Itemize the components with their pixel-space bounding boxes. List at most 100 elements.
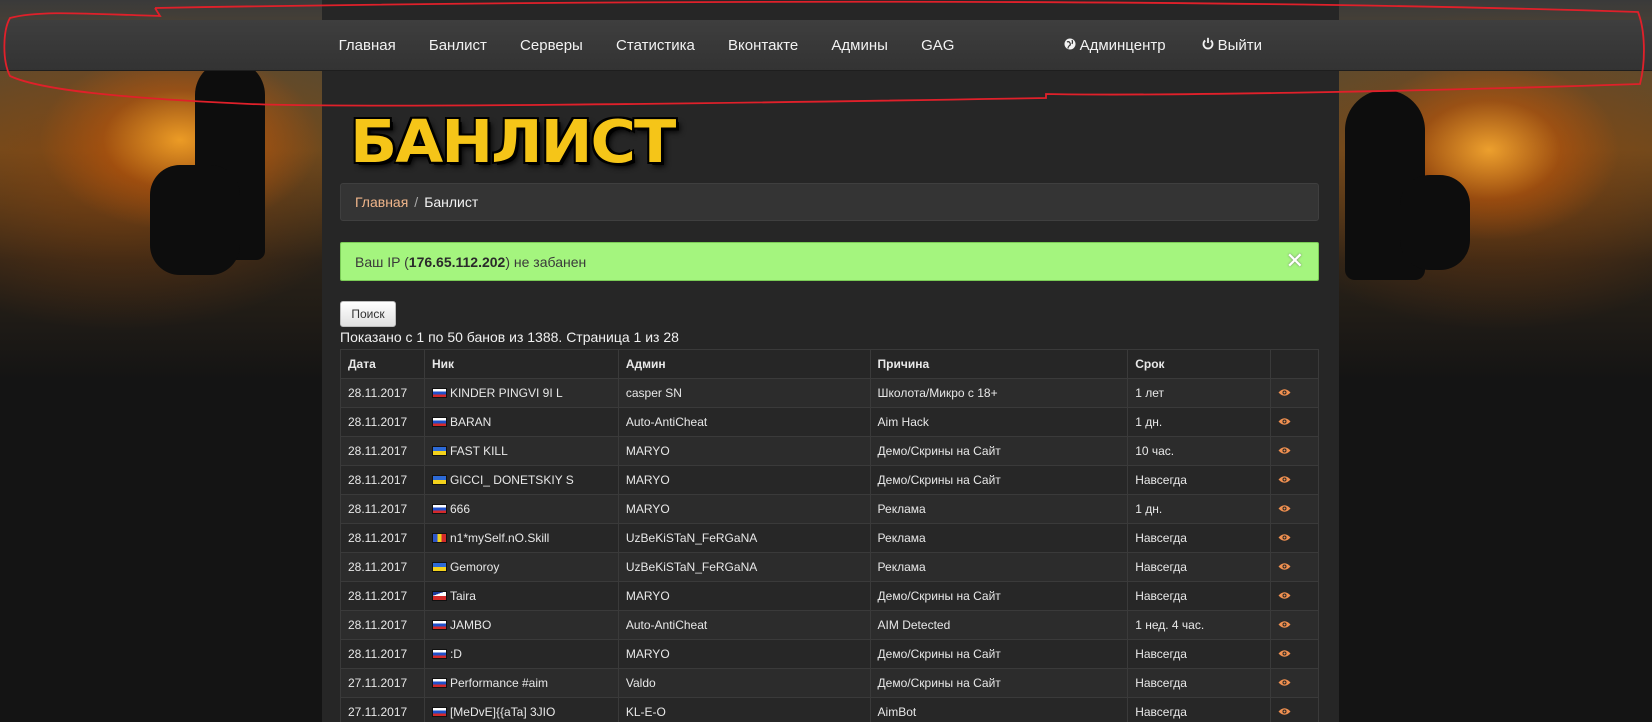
soldier-silhouette-right-arm [1400, 175, 1470, 270]
cell-reason-text: Демо/Скрины на Сайт [877, 647, 1001, 661]
cell-view[interactable] [1270, 494, 1319, 524]
eye-icon[interactable] [1278, 386, 1291, 400]
nav-link-gag[interactable]: GAG [904, 20, 971, 71]
country-flag-icon [431, 504, 447, 514]
cell-view[interactable] [1270, 668, 1319, 698]
cell-term: 10 час. [1127, 436, 1272, 466]
alert-ip: 176.65.112.202 [408, 253, 506, 270]
table-row[interactable]: 28.11.2017 Gemoroy UzBeKiSTaN_FeRGaNA Рекла… [340, 552, 1319, 582]
nav-link-banlist[interactable]: Банлист [412, 20, 503, 71]
cell-reason-text: Школота/Микро с 18+ [877, 386, 998, 400]
breadcrumb-separator: / [414, 194, 419, 210]
alert-prefix: Ваш IP ( [355, 253, 409, 270]
cell-term-text: Навсегда [1135, 676, 1187, 690]
cell-term: Навсегда [1127, 668, 1272, 698]
cell-view[interactable] [1270, 378, 1319, 408]
table-row[interactable]: 28.11.2017 n1*mySelf.nO.Skill UzBeKiSTaN_F… [340, 523, 1319, 553]
cell-term-text: Навсегда [1135, 531, 1187, 545]
search-button[interactable]: Поиск [340, 301, 396, 327]
cell-nick-text: :D [449, 647, 462, 661]
cell-view[interactable] [1270, 697, 1319, 722]
cell-nick-text: GICCI_ DONETSKIY S [449, 473, 574, 487]
eye-icon[interactable] [1278, 444, 1291, 458]
cell-term: 1 нед. 4 час. [1127, 610, 1272, 640]
cell-nick-text: n1*mySelf.nO.Skill [449, 531, 550, 545]
cell-date-text: 28.11.2017 [348, 502, 408, 516]
cell-nick: [MeDvE]{{aTa] 3JIO [423, 697, 619, 722]
breadcrumb: Главная / Банлист [340, 183, 1319, 221]
cell-view[interactable] [1270, 465, 1319, 495]
eye-icon[interactable] [1278, 502, 1291, 516]
cell-reason-text: Демо/Скрины на Сайт [877, 589, 1001, 603]
eye-icon[interactable] [1278, 676, 1291, 690]
cell-term: Навсегда [1127, 697, 1272, 722]
table-row[interactable]: 28.11.2017 Taira MARYO Демо/Скрины на Сайт Н… [340, 581, 1319, 611]
eye-icon[interactable] [1278, 415, 1291, 429]
cell-date-text: 28.11.2017 [348, 415, 408, 429]
eye-icon[interactable] [1278, 618, 1291, 632]
cell-date-text: 28.11.2017 [348, 531, 408, 545]
cell-nick-text: Taira [449, 589, 476, 603]
cell-reason: AIM Detected [869, 610, 1129, 640]
table-row[interactable]: 28.11.2017:D MARYO Демо/Скрины на Сайт Навс… [340, 639, 1319, 669]
cell-view[interactable] [1270, 610, 1319, 640]
cell-reason-text: AimBot [877, 705, 917, 719]
nav-link-vkontakte[interactable]: Вконтакте [711, 20, 814, 71]
eye-icon[interactable] [1278, 473, 1291, 487]
cell-term-text: Навсегда [1135, 473, 1187, 487]
table-row[interactable]: 28.11.2017 BARAN Auto-AntiCheat Aim Hack 1 д… [340, 407, 1319, 437]
cell-admin: MARYO [617, 465, 871, 495]
cell-view[interactable] [1270, 523, 1319, 553]
country-flag-icon [431, 417, 447, 427]
logout-link[interactable]: Выйти [1184, 20, 1280, 71]
ip-status-alert: Ваш IP (176.65.112.202) не забанен ✕ [340, 242, 1319, 281]
cell-admin: UzBeKiSTaN_FeRGaNA [617, 523, 871, 553]
table-row[interactable]: 28.11.2017 FAST KILL MARYO Демо/Скрины на С… [340, 436, 1319, 466]
cell-term: Навсегда [1127, 523, 1272, 553]
admin-center-link[interactable]: Админцентр [1046, 20, 1184, 71]
cell-admin: MARYO [617, 639, 871, 669]
table-row[interactable]: 27.11.2017 [MeDvE]{{aTa] 3JIO KL-E-O AimBot… [340, 697, 1319, 722]
table-row[interactable]: 28.11.2017 666 MARYO Реклама 1 дн. [340, 494, 1319, 524]
nav-link-admins[interactable]: Админы [815, 20, 905, 71]
cell-nick: n1*mySelf.nO.Skill [423, 523, 619, 553]
cell-date-text: 27.11.2017 [348, 676, 408, 690]
country-flag-icon [431, 562, 447, 572]
cell-view[interactable] [1270, 552, 1319, 582]
nav-link-servers[interactable]: Серверы [503, 20, 599, 71]
cell-reason-text: Демо/Скрины на Сайт [877, 444, 1001, 458]
cell-view[interactable] [1270, 407, 1319, 437]
table-row[interactable]: 28.11.2017 GICCI_ DONETSKIY S MARYO Демо/Ск… [340, 465, 1319, 495]
country-flag-icon [431, 591, 447, 601]
cell-reason: Демо/Скрины на Сайт [869, 436, 1129, 466]
cell-reason-text: Реклама [877, 502, 926, 516]
eye-icon[interactable] [1278, 560, 1291, 574]
cell-date-text: 28.11.2017 [348, 444, 408, 458]
cell-date: 28.11.2017 [340, 465, 425, 495]
cell-term-text: Навсегда [1135, 589, 1187, 603]
cell-date-text: 28.11.2017 [348, 560, 408, 574]
breadcrumb-home-link[interactable]: Главная [355, 194, 408, 210]
cell-view[interactable] [1270, 581, 1319, 611]
cell-view[interactable] [1270, 436, 1319, 466]
nav-link-statistics[interactable]: Статистика [599, 20, 711, 71]
cell-admin: MARYO [617, 436, 871, 466]
cell-date: 28.11.2017 [340, 639, 425, 669]
country-flag-icon [431, 388, 447, 398]
close-icon[interactable]: ✕ [1286, 250, 1304, 272]
table-row[interactable]: 28.11.2017 JAMBO Auto-AntiCheat AIM Detecte… [340, 610, 1319, 640]
cell-view[interactable] [1270, 639, 1319, 669]
cell-date: 28.11.2017 [340, 581, 425, 611]
eye-icon[interactable] [1278, 589, 1291, 603]
header-actions [1270, 349, 1319, 379]
cell-date-text: 28.11.2017 [348, 618, 408, 632]
nav-link-home[interactable]: Главная [322, 20, 412, 71]
eye-icon[interactable] [1278, 647, 1291, 661]
table-row[interactable]: 28.11.2017 KINDER PINGVI 9I L casper SN Шко… [340, 378, 1319, 408]
cell-date-text: 28.11.2017 [348, 386, 408, 400]
eye-icon[interactable] [1278, 531, 1291, 545]
cell-date: 28.11.2017 [340, 407, 425, 437]
eye-icon[interactable] [1278, 705, 1291, 719]
table-row[interactable]: 27.11.2017 Performance #aim Valdo Демо/Скри… [340, 668, 1319, 698]
cell-term-text: 1 дн. [1135, 415, 1163, 429]
